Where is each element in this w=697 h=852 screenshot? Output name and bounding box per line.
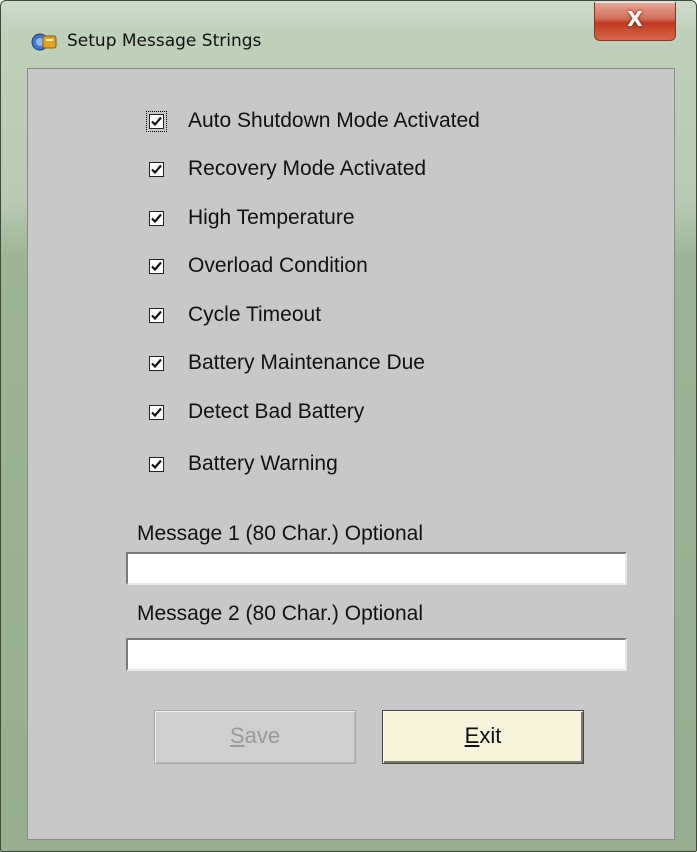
message-2-input[interactable] xyxy=(126,638,627,671)
app-icon xyxy=(31,33,57,51)
exit-button[interactable]: Exit xyxy=(382,710,584,764)
checkbox-label: High Temperature xyxy=(188,206,355,229)
message-1-label: Message 1 (80 Char.) Optional xyxy=(137,522,423,545)
save-label-rest: ave xyxy=(244,723,281,748)
checkbox-label: Battery Maintenance Due xyxy=(188,351,425,374)
checkbox-box[interactable] xyxy=(149,161,164,177)
check-icon xyxy=(151,261,162,271)
title-bar[interactable]: Setup Message Strings X xyxy=(1,1,696,59)
checkbox-box[interactable] xyxy=(146,110,167,132)
checkbox-box[interactable] xyxy=(149,404,164,420)
checkbox-box[interactable] xyxy=(149,307,164,323)
checkbox-high-temperature[interactable]: High Temperature xyxy=(149,203,355,233)
checkbox-battery-maintenance-due[interactable]: Battery Maintenance Due xyxy=(149,348,425,378)
checkbox-cycle-timeout[interactable]: Cycle Timeout xyxy=(149,300,321,330)
dialog-client-area: Auto Shutdown Mode Activated Recovery Mo… xyxy=(27,68,675,840)
checkbox-battery-warning[interactable]: Battery Warning xyxy=(149,449,338,479)
checkbox-label: Battery Warning xyxy=(188,452,338,475)
checkbox-detect-bad-battery[interactable]: Detect Bad Battery xyxy=(149,397,364,427)
check-icon xyxy=(151,407,162,417)
checkbox-label: Overload Condition xyxy=(188,254,368,277)
exit-label-rest: xit xyxy=(479,723,502,748)
check-icon xyxy=(151,358,162,368)
checkbox-box[interactable] xyxy=(149,456,164,472)
checkbox-label: Recovery Mode Activated xyxy=(188,157,427,180)
message-2-label: Message 2 (80 Char.) Optional xyxy=(137,602,423,625)
check-icon xyxy=(151,213,162,223)
checkbox-recovery-mode[interactable]: Recovery Mode Activated xyxy=(149,154,426,184)
checkbox-label: Cycle Timeout xyxy=(188,303,322,326)
checkbox-label: Detect Bad Battery xyxy=(188,400,365,423)
close-button[interactable]: X xyxy=(594,2,676,41)
window-title: Setup Message Strings xyxy=(67,31,262,51)
check-icon xyxy=(151,459,162,469)
save-mnemonic: S xyxy=(229,723,245,748)
dialog-window: Setup Message Strings X Auto Shutdown Mo… xyxy=(0,0,697,852)
checkbox-auto-shutdown[interactable]: Auto Shutdown Mode Activated xyxy=(146,106,480,136)
close-icon: X xyxy=(627,7,643,31)
checkbox-box[interactable] xyxy=(149,258,164,274)
checkbox-label: Auto Shutdown Mode Activated xyxy=(188,109,480,132)
checkbox-box[interactable] xyxy=(149,210,164,226)
check-icon xyxy=(151,116,162,126)
check-icon xyxy=(151,310,162,320)
exit-mnemonic: E xyxy=(464,723,480,748)
message-1-input[interactable] xyxy=(126,552,627,585)
checkbox-overload-condition[interactable]: Overload Condition xyxy=(149,251,368,281)
checkbox-box[interactable] xyxy=(149,355,164,371)
save-button[interactable]: Save xyxy=(154,710,356,764)
check-icon xyxy=(151,164,162,174)
